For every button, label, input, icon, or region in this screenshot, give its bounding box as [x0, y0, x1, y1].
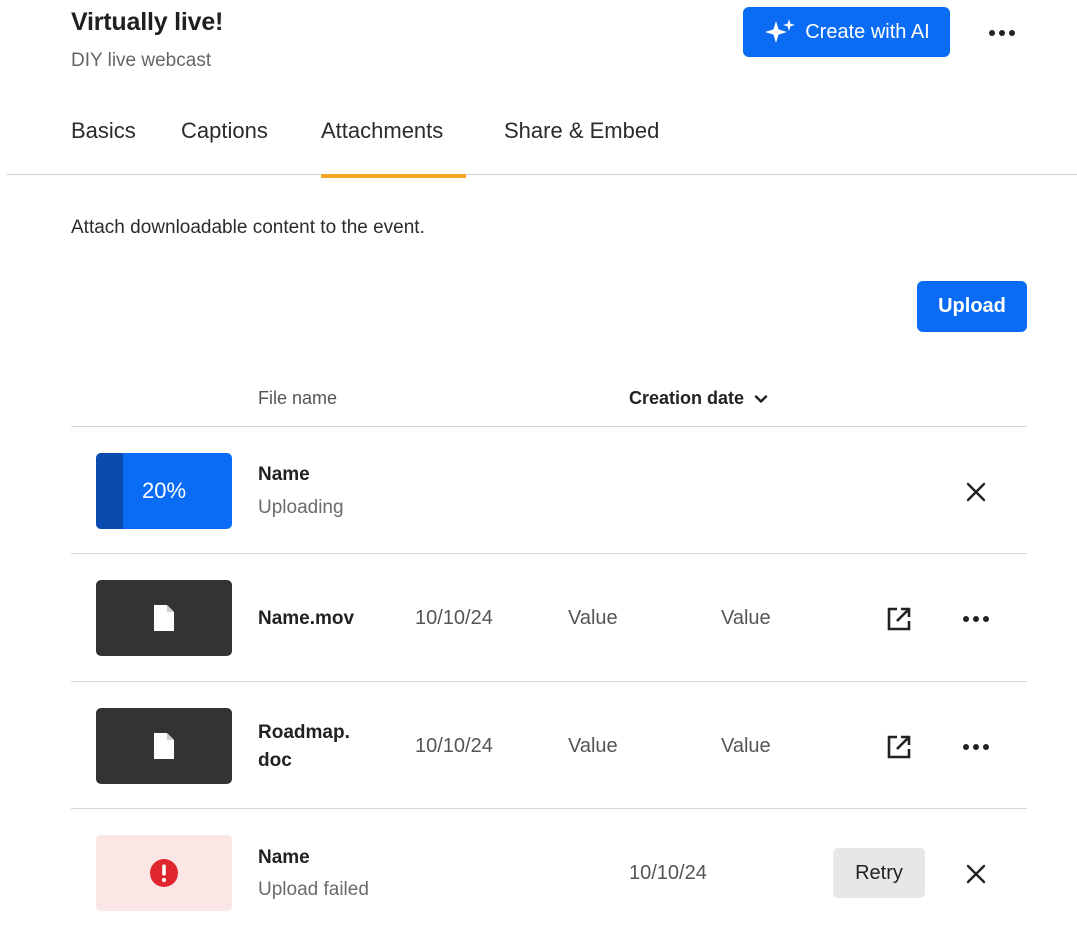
more-options-button[interactable] — [984, 18, 1020, 48]
file-thumbnail — [96, 708, 232, 784]
file-name: Roadmap. doc — [258, 719, 350, 775]
table-divider — [71, 426, 1027, 427]
page-subtitle: DIY live webcast — [71, 50, 212, 71]
tab-basics[interactable]: Basics — [71, 118, 136, 144]
open-external-button[interactable] — [884, 732, 914, 762]
cell-value: Value — [721, 735, 771, 757]
error-icon — [150, 859, 178, 887]
upload-progress-fill — [96, 453, 124, 529]
row-more-options-button[interactable] — [960, 606, 992, 632]
retry-button[interactable]: Retry — [833, 848, 925, 898]
file-thumbnail — [96, 580, 232, 656]
external-link-icon — [887, 607, 911, 631]
ellipsis-icon — [963, 744, 989, 750]
file-icon — [154, 605, 174, 631]
cell-value: Value — [568, 735, 618, 757]
close-icon — [966, 482, 986, 502]
tabs-divider — [7, 174, 1077, 175]
file-icon — [154, 733, 174, 759]
file-name: Name — [258, 847, 310, 868]
attachments-description: Attach downloadable content to the event… — [71, 217, 425, 238]
file-status: Upload failed — [258, 879, 369, 900]
cancel-upload-button[interactable] — [962, 478, 990, 506]
ellipsis-icon — [963, 616, 989, 622]
cell-value: Value — [568, 607, 618, 629]
create-with-ai-label: Create with AI — [805, 20, 930, 43]
ellipsis-icon — [989, 30, 1015, 36]
close-icon — [966, 864, 986, 884]
table-divider — [71, 681, 1027, 682]
create-with-ai-button[interactable]: Create with AI — [743, 7, 950, 57]
tab-attachments[interactable]: Attachments — [321, 118, 443, 144]
file-status: Uploading — [258, 497, 344, 518]
cell-value: Value — [721, 607, 771, 629]
table-divider — [71, 808, 1027, 809]
tab-share-embed[interactable]: Share & Embed — [504, 118, 659, 144]
column-header-file-name: File name — [258, 388, 338, 408]
creation-date: 10/10/24 — [415, 735, 493, 757]
column-header-creation-date-label: Creation date — [629, 388, 745, 408]
remove-file-button[interactable] — [962, 860, 990, 888]
upload-progress-thumbnail: 20% — [96, 453, 232, 529]
creation-date: 10/10/24 — [629, 862, 707, 884]
upload-failed-thumbnail — [96, 835, 232, 911]
file-name-line: doc — [258, 750, 292, 771]
column-header-creation-date[interactable]: Creation date — [629, 388, 768, 409]
active-tab-indicator — [321, 174, 466, 178]
chevron-down-icon — [754, 394, 768, 403]
tab-captions[interactable]: Captions — [181, 118, 268, 144]
file-name: Name.mov — [258, 608, 355, 629]
sparkles-icon — [765, 19, 796, 43]
upload-progress-label: 20% — [141, 478, 187, 503]
table-divider — [71, 553, 1027, 554]
open-external-button[interactable] — [884, 604, 914, 634]
creation-date: 10/10/24 — [415, 607, 493, 629]
upload-button[interactable]: Upload — [917, 281, 1027, 332]
row-more-options-button[interactable] — [960, 734, 992, 760]
external-link-icon — [887, 735, 911, 759]
file-name: Name — [258, 464, 310, 485]
page-title: Virtually live! — [71, 8, 224, 36]
file-name-line: Roadmap. — [258, 722, 350, 743]
